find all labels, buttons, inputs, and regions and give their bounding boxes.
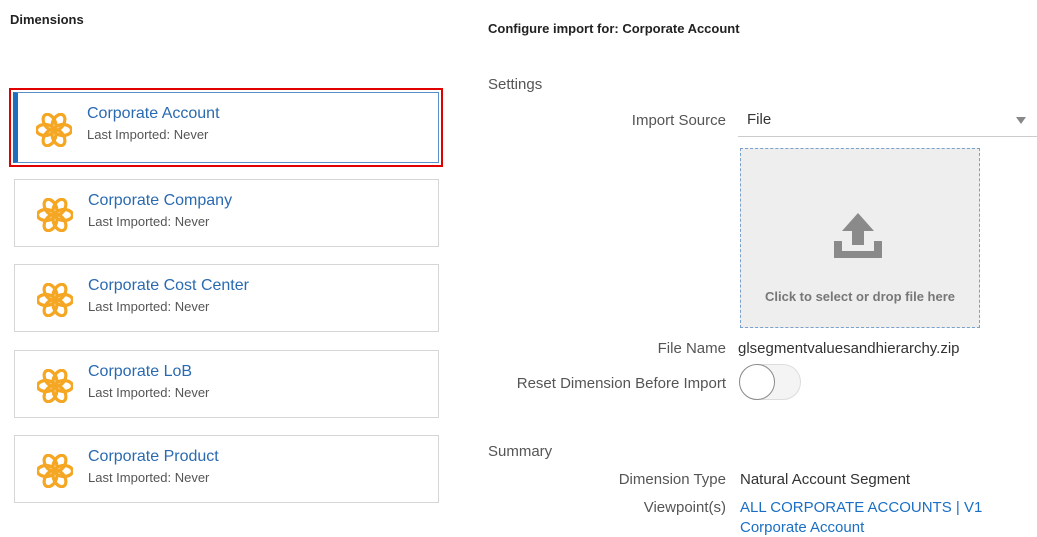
dimensions-heading: Dimensions (10, 12, 84, 27)
dimension-card-corporate-lob[interactable]: Corporate LoB Last Imported: Never (14, 350, 439, 418)
file-name-label: File Name (657, 340, 726, 357)
flower-dimension-icon (37, 369, 73, 403)
dimension-card-title: Corporate LoB (88, 363, 193, 380)
dimension-card-corporate-product[interactable]: Corporate Product Last Imported: Never (14, 435, 439, 503)
dropzone-text: Click to select or drop file here (765, 289, 955, 304)
file-dropzone[interactable]: Click to select or drop file here (740, 148, 980, 328)
dimension-card-corporate-cost-center[interactable]: Corporate Cost Center Last Imported: Nev… (14, 264, 439, 332)
file-name-value: glsegmentvaluesandhierarchy.zip (738, 340, 960, 357)
viewpoint-link[interactable]: Corporate Account (740, 519, 864, 536)
dimension-type-value: Natural Account Segment (740, 471, 911, 488)
dimension-card-subtitle: Last Imported: Never (88, 470, 210, 485)
summary-section-label: Summary (488, 443, 553, 460)
dimension-card-title: Corporate Company (88, 192, 233, 209)
flower-dimension-icon (37, 283, 73, 317)
viewpoints-label: Viewpoint(s) (643, 499, 726, 516)
dimension-type-label: Dimension Type (618, 471, 726, 488)
dimension-card-title: Corporate Account (87, 105, 220, 122)
flower-dimension-icon (36, 113, 72, 147)
import-source-select[interactable]: File (738, 102, 1037, 137)
import-source-label: Import Source (631, 112, 726, 129)
reset-dimension-label: Reset Dimension Before Import (516, 375, 726, 392)
toggle-knob (739, 364, 775, 400)
reset-dimension-toggle[interactable] (739, 364, 801, 400)
dimension-card-corporate-company[interactable]: Corporate Company Last Imported: Never (14, 179, 439, 247)
settings-section-label: Settings (488, 76, 543, 93)
import-source-value: File (747, 111, 772, 128)
configure-import-heading: Configure import for: Corporate Account (488, 21, 740, 36)
dimension-card-subtitle: Last Imported: Never (88, 385, 210, 400)
dimension-card-subtitle: Last Imported: Never (87, 127, 209, 142)
dimension-card-title: Corporate Product (88, 448, 219, 465)
dimension-card-title: Corporate Cost Center (88, 277, 249, 294)
upload-icon (834, 213, 882, 258)
viewpoint-link[interactable]: ALL CORPORATE ACCOUNTS | V1 (740, 499, 982, 516)
flower-dimension-icon (37, 198, 73, 232)
flower-dimension-icon (37, 454, 73, 488)
dimension-card-corporate-account[interactable]: Corporate Account Last Imported: Never (9, 88, 443, 167)
dimension-card-subtitle: Last Imported: Never (88, 214, 210, 229)
chevron-down-icon (1016, 117, 1026, 124)
dimension-card-subtitle: Last Imported: Never (88, 299, 210, 314)
